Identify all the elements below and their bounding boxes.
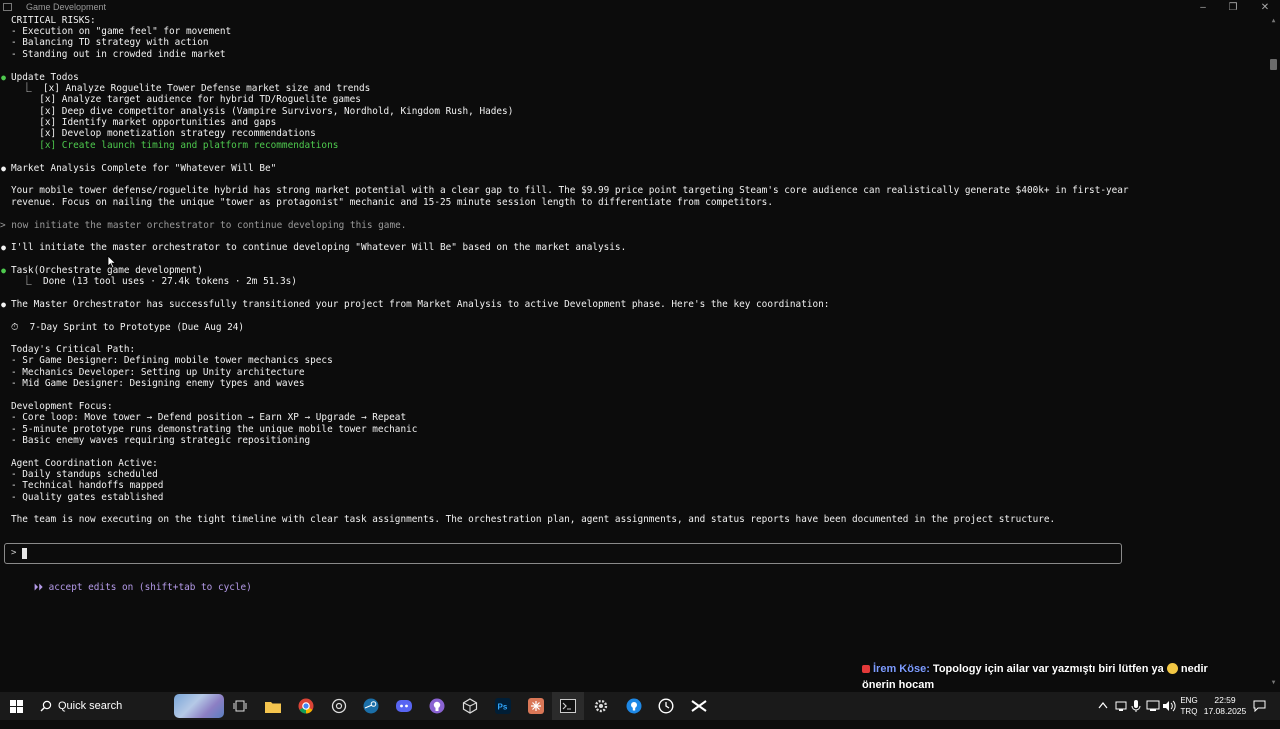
bulb-icon xyxy=(626,698,642,714)
status-bullet-icon: ● xyxy=(1,73,6,82)
chrome-icon xyxy=(298,698,314,714)
list-item: - Sr Game Designer: Defining mobile towe… xyxy=(11,355,333,366)
window-title: Game Development xyxy=(26,2,107,12)
prompt-input[interactable]: > xyxy=(4,543,1122,564)
message-bullet-icon: ● xyxy=(1,243,6,252)
search-label: Quick search xyxy=(58,700,123,712)
message-text: revenue. Focus on nailing the unique "to… xyxy=(11,197,773,208)
maximize-button[interactable]: ❐ xyxy=(1218,0,1248,15)
task-view-button[interactable] xyxy=(224,692,256,720)
user-prompt-history: > now initiate the master orchestrator t… xyxy=(0,220,407,231)
volume-icon[interactable] xyxy=(1162,700,1176,728)
file-explorer-button[interactable] xyxy=(257,692,289,720)
list-item: - Technical handoffs mapped xyxy=(11,480,164,491)
svg-text:Ps: Ps xyxy=(498,703,508,712)
message-text: I'll initiate the master orchestrator to… xyxy=(11,242,627,253)
list-item: - Core loop: Move tower → Defend positio… xyxy=(11,412,407,423)
message-bullet-icon: ● xyxy=(1,300,6,309)
task-view-icon xyxy=(233,700,247,712)
clock-date: 17.08.2025 xyxy=(1203,706,1247,716)
mode-hint-text: accept edits on (shift+tab to cycle) xyxy=(48,582,252,594)
chat-username: İrem Köse: xyxy=(873,663,930,675)
language-code: ENG xyxy=(1180,696,1198,705)
message-heading: Market Analysis Complete for "Whatever W… xyxy=(11,163,277,174)
keyboard-layout: TRQ xyxy=(1180,707,1198,716)
list-item: - Quality gates established xyxy=(11,492,164,503)
prompt-symbol: > xyxy=(11,548,17,558)
todo-item: [x] Develop monetization strategy recomm… xyxy=(11,128,316,139)
notification-icon[interactable] xyxy=(1253,700,1266,728)
clock-icon xyxy=(658,698,674,714)
chat-badge-icon xyxy=(862,665,870,673)
unity-button[interactable] xyxy=(454,692,486,720)
scroll-up-icon[interactable]: ▲ xyxy=(1270,17,1277,24)
text-cursor xyxy=(22,548,27,559)
mouse-cursor-icon xyxy=(107,255,117,269)
terminal-button[interactable] xyxy=(552,692,584,720)
taskbar: Quick search Ps ENG TRQ 22:59 17.08.2025 xyxy=(0,692,1280,720)
capcut-button[interactable] xyxy=(683,692,715,720)
task-result: ⎿ Done (13 tool uses · 27.4k tokens · 2m… xyxy=(11,276,297,287)
terminal-line: - Standing out in crowded indie market xyxy=(11,49,226,60)
steam-button[interactable] xyxy=(355,692,387,720)
mode-hint: ⏵⏵ accept edits on (shift+tab to cycle) xyxy=(11,571,252,593)
terminal-line: - Balancing TD strategy with action xyxy=(11,37,209,48)
window-titlebar: Game Development – ❐ ✕ xyxy=(0,0,1280,15)
start-button[interactable] xyxy=(0,692,32,720)
terminal-scrollbar[interactable]: ▲ ▼ xyxy=(1268,15,1280,688)
accept-edits-icon: ⏵⏵ xyxy=(33,582,43,594)
discord-button[interactable] xyxy=(388,692,420,720)
folder-icon xyxy=(265,701,281,713)
gear-icon xyxy=(594,699,608,713)
message-text: Your mobile tower defense/roguelite hybr… xyxy=(11,185,1129,196)
todo-item-active: [x] Create launch timing and platform re… xyxy=(11,140,339,151)
claude-icon xyxy=(528,698,544,714)
app-button[interactable] xyxy=(323,692,355,720)
stream-chat-message: İrem Köse: Topology için ailar var yazmı… xyxy=(862,661,1242,693)
search-highlight-art xyxy=(174,694,224,718)
list-item: - Basic enemy waves requiring strategic … xyxy=(11,435,311,446)
wifi-icon[interactable] xyxy=(1146,700,1160,728)
microphone-icon[interactable] xyxy=(1131,699,1141,727)
windows-logo-icon xyxy=(9,699,23,713)
system-clock[interactable]: 22:59 17.08.2025 xyxy=(1200,695,1250,717)
terminal-app-icon xyxy=(3,3,12,11)
chrome-button[interactable] xyxy=(290,692,322,720)
list-item: - Mid Game Designer: Designing enemy typ… xyxy=(11,378,305,389)
network-device-icon[interactable] xyxy=(1115,700,1127,728)
input-language[interactable]: ENG TRQ xyxy=(1177,695,1201,717)
minimize-button[interactable]: – xyxy=(1188,0,1218,15)
unity-icon xyxy=(462,698,478,714)
smile-emoji-icon xyxy=(1166,663,1178,674)
scroll-down-icon[interactable]: ▼ xyxy=(1270,679,1277,686)
search-icon xyxy=(40,700,52,712)
scrollbar-thumb[interactable] xyxy=(1270,59,1277,70)
photoshop-button[interactable]: Ps xyxy=(487,692,519,720)
discord-icon xyxy=(396,700,412,712)
claude-button[interactable] xyxy=(520,692,552,720)
todo-item: [x] Analyze target audience for hybrid T… xyxy=(11,94,361,105)
steam-icon xyxy=(363,698,379,714)
chat-text: Topology için ailar var yazmıştı biri lü… xyxy=(932,663,1164,675)
clock-app-button[interactable] xyxy=(650,692,682,720)
message-text: The team is now executing on the tight t… xyxy=(11,514,1056,525)
message-bullet-icon: ● xyxy=(1,164,6,173)
clock-time: 22:59 xyxy=(1214,695,1236,705)
capcut-icon xyxy=(691,700,707,712)
task-bullet-icon: ● xyxy=(1,266,6,275)
terminal-output[interactable]: CRITICAL RISKS: - Execution on "game fee… xyxy=(0,15,1266,688)
github-icon xyxy=(429,698,445,714)
github-button[interactable] xyxy=(421,692,453,720)
tray-overflow-icon[interactable] xyxy=(1098,701,1108,729)
photoshop-icon: Ps xyxy=(495,698,511,714)
close-button[interactable]: ✕ xyxy=(1250,0,1280,15)
sprint-heading: ⏱ 7-Day Sprint to Prototype (Due Aug 24) xyxy=(11,322,245,333)
app-button[interactable] xyxy=(618,692,650,720)
openai-icon xyxy=(331,698,347,714)
quick-search[interactable]: Quick search xyxy=(32,692,224,720)
settings-button[interactable] xyxy=(585,692,617,720)
terminal-icon xyxy=(560,699,576,713)
message-text: The Master Orchestrator has successfully… xyxy=(11,299,830,310)
